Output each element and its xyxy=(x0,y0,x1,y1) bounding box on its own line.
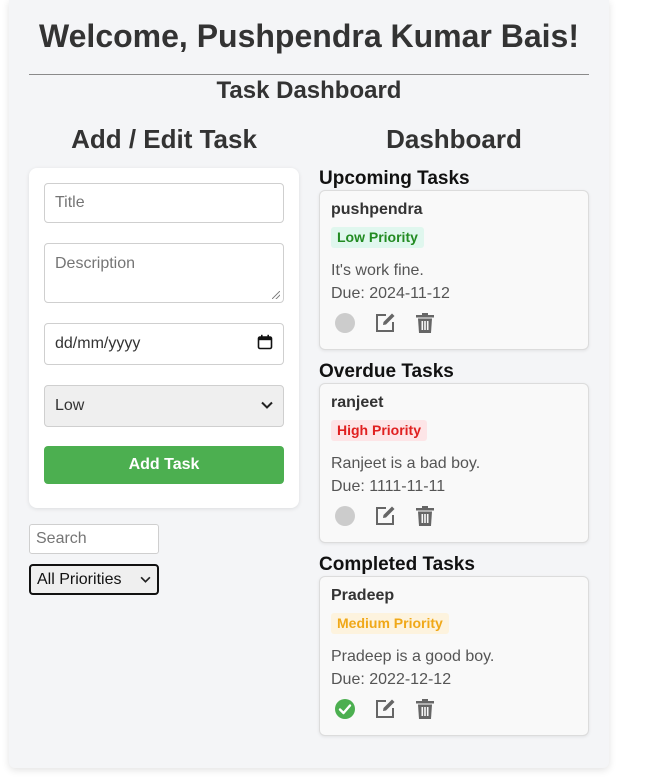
task-description: Pradeep is a good boy. xyxy=(331,648,495,665)
trash-icon[interactable] xyxy=(414,698,436,720)
task-description: Ranjeet is a bad boy. xyxy=(331,455,481,472)
task-card: Pradeep Medium Priority Pradeep is a goo… xyxy=(319,576,589,736)
section-title-completed: Completed Tasks xyxy=(319,554,475,575)
description-field[interactable]: Description xyxy=(44,243,284,303)
task-title: ranjeet xyxy=(331,394,384,411)
due-date-input[interactable]: dd/mm/yyyy xyxy=(44,323,284,365)
divider xyxy=(29,74,589,75)
app-container: Welcome, Pushpendra Kumar Bais! Task Das… xyxy=(9,0,609,768)
priority-badge: High Priority xyxy=(331,420,428,441)
resize-handle-icon[interactable] xyxy=(272,291,280,299)
title-input[interactable] xyxy=(44,183,284,223)
task-card: ranjeet High Priority Ranjeet is a bad b… xyxy=(319,383,589,543)
task-due-date: Due: 1111-11-11 xyxy=(331,478,446,495)
edit-icon[interactable] xyxy=(374,312,396,334)
dashboard-heading: Dashboard xyxy=(386,124,522,154)
priority-badge: Low Priority xyxy=(331,227,424,248)
check-circle-icon[interactable] xyxy=(334,698,356,720)
chevron-down-icon xyxy=(140,574,151,586)
calendar-icon[interactable] xyxy=(257,334,273,355)
task-title: Pradeep xyxy=(331,587,395,604)
priority-badge: Medium Priority xyxy=(331,613,449,634)
date-placeholder: dd/mm/yyyy xyxy=(55,335,141,352)
section-title-upcoming: Upcoming Tasks xyxy=(319,168,470,189)
priority-select[interactable]: Low xyxy=(44,385,284,427)
edit-icon[interactable] xyxy=(374,698,396,720)
priority-filter-select[interactable]: All Priorities xyxy=(29,564,159,595)
page-title: Task Dashboard xyxy=(216,77,402,104)
description-placeholder: Description xyxy=(55,255,136,272)
circle-icon[interactable] xyxy=(334,505,356,527)
chevron-down-icon xyxy=(261,400,273,412)
circle-icon[interactable] xyxy=(334,312,356,334)
search-input[interactable] xyxy=(29,524,159,554)
task-card: pushpendra Low Priority It's work fine. … xyxy=(319,190,589,350)
welcome-heading: Welcome, Pushpendra Kumar Bais! xyxy=(39,18,579,54)
task-title: pushpendra xyxy=(331,201,423,218)
task-form: Description dd/mm/yyyy Low Add Task xyxy=(29,168,299,508)
task-description: It's work fine. xyxy=(331,262,424,279)
section-title-overdue: Overdue Tasks xyxy=(319,361,454,382)
add-task-button[interactable]: Add Task xyxy=(44,446,284,484)
priority-selected: Low xyxy=(55,397,85,414)
trash-icon[interactable] xyxy=(414,505,436,527)
task-due-date: Due: 2024-11-12 xyxy=(331,285,450,302)
edit-icon[interactable] xyxy=(374,505,396,527)
trash-icon[interactable] xyxy=(414,312,436,334)
task-due-date: Due: 2022-12-12 xyxy=(331,671,452,688)
form-heading: Add / Edit Task xyxy=(71,124,257,154)
filter-selected: All Priorities xyxy=(37,570,122,588)
